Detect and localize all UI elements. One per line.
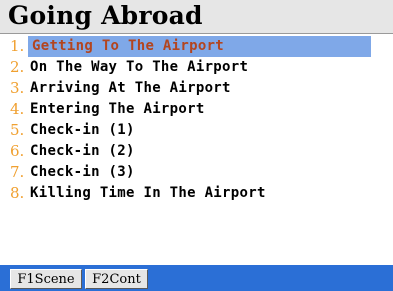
f1-scene-button[interactable]: F1Scene <box>10 269 82 289</box>
menu-item-label: Check-in (2) <box>30 143 135 159</box>
menu-item-number: 2. <box>10 58 25 76</box>
menu-item-label: Entering The Airport <box>30 101 205 117</box>
app-screen: Going Abroad 1. Getting To The Airport 2… <box>0 0 393 291</box>
menu-item-check-in-2[interactable]: 6. Check-in (2) <box>0 141 393 162</box>
menu-item-label: Getting To The Airport <box>28 36 371 57</box>
menu-item-number: 8. <box>10 184 25 202</box>
lesson-menu: 1. Getting To The Airport 2. On The Way … <box>0 36 393 204</box>
menu-item-number: 5. <box>10 121 25 139</box>
page-title: Going Abroad <box>8 1 203 30</box>
menu-item-number: 3. <box>10 79 25 97</box>
f2-cont-button[interactable]: F2Cont <box>85 269 148 289</box>
menu-item-label: Check-in (3) <box>30 164 135 180</box>
menu-item-number: 4. <box>10 100 25 118</box>
menu-item-label: On The Way To The Airport <box>30 59 249 75</box>
menu-item-label: Killing Time In The Airport <box>30 185 266 201</box>
menu-item-number: 1. <box>10 37 25 55</box>
menu-item-arriving[interactable]: 3. Arriving At The Airport <box>0 78 393 99</box>
menu-item-label: Arriving At The Airport <box>30 80 231 96</box>
menu-item-getting-to-airport[interactable]: 1. Getting To The Airport <box>0 36 393 57</box>
softkey-bar: F1Scene F2Cont <box>0 265 393 291</box>
menu-item-check-in-1[interactable]: 5. Check-in (1) <box>0 120 393 141</box>
menu-item-entering[interactable]: 4. Entering The Airport <box>0 99 393 120</box>
menu-item-number: 6. <box>10 142 25 160</box>
menu-item-check-in-3[interactable]: 7. Check-in (3) <box>0 162 393 183</box>
menu-item-number: 7. <box>10 163 25 181</box>
menu-item-on-the-way[interactable]: 2. On The Way To The Airport <box>0 57 393 78</box>
menu-item-label: Check-in (1) <box>30 122 135 138</box>
menu-item-killing-time[interactable]: 8. Killing Time In The Airport <box>0 183 393 204</box>
title-bar: Going Abroad <box>0 0 393 34</box>
